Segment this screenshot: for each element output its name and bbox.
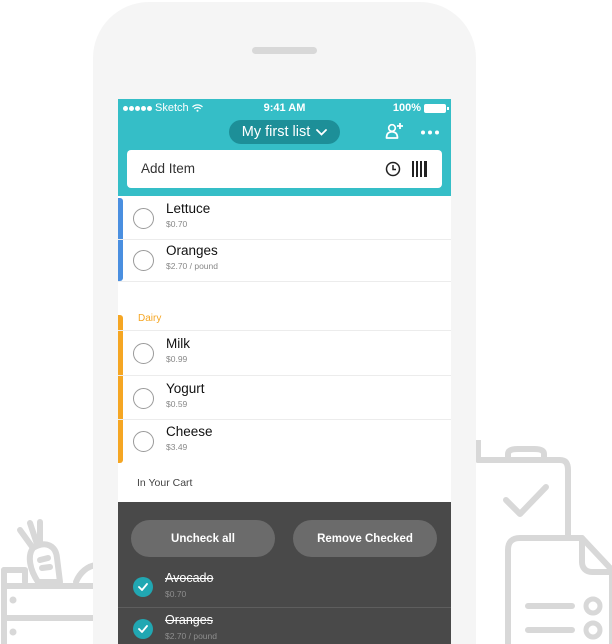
item-price: $0.99	[166, 354, 188, 364]
add-person-button[interactable]	[385, 122, 405, 140]
barcode-scan-button[interactable]	[411, 160, 428, 183]
cart-item[interactable]: Avocado $0.70	[118, 566, 451, 608]
checkmark-icon	[138, 625, 148, 633]
clipboard-document-illustration	[475, 440, 612, 644]
in-cart-label: In Your Cart	[137, 477, 193, 489]
cart-item[interactable]: Oranges $2.70 / pound	[118, 608, 451, 644]
item-checkbox[interactable]	[133, 431, 154, 452]
chevron-down-icon	[316, 128, 328, 136]
more-icon	[421, 130, 439, 134]
item-name: Yogurt	[166, 381, 205, 396]
history-button[interactable]	[385, 161, 401, 182]
item-name: Lettuce	[166, 201, 211, 216]
item-price: $2.70 / pound	[165, 631, 217, 641]
item-name: Oranges	[166, 243, 218, 258]
list-name: My first list	[241, 124, 311, 140]
item-checkbox-checked[interactable]	[133, 619, 153, 639]
item-checkbox[interactable]	[133, 250, 154, 271]
item-price: $0.70	[165, 589, 187, 599]
item-price: $0.70	[166, 219, 188, 229]
item-name: Milk	[166, 336, 190, 351]
remove-checked-button[interactable]: Remove Checked	[293, 520, 437, 557]
cart-section: Uncheck all Remove Checked Avocado $0.70…	[118, 502, 451, 644]
item-price: $2.70 / pound	[166, 261, 218, 271]
add-item-input[interactable]: Add Item	[127, 150, 442, 188]
clock-icon	[385, 161, 401, 177]
list-selector-button[interactable]: My first list	[229, 120, 340, 144]
barcode-icon	[412, 161, 427, 177]
add-person-icon	[385, 123, 403, 139]
item-checkbox[interactable]	[133, 388, 154, 409]
add-item-placeholder: Add Item	[141, 161, 196, 176]
list-item[interactable]: Yogurt $0.59	[118, 376, 451, 420]
app-screen: Sketch 9:41 AM 100% My first list Add It…	[118, 99, 451, 644]
checkmark-icon	[138, 583, 148, 591]
item-checkbox-checked[interactable]	[133, 577, 153, 597]
more-button[interactable]	[419, 127, 441, 137]
item-name: Cheese	[166, 424, 213, 439]
list-item[interactable]: Milk $0.99	[118, 330, 451, 376]
battery-icon	[424, 103, 449, 113]
list-item[interactable]: Lettuce $0.70	[118, 196, 451, 240]
app-header: Sketch 9:41 AM 100% My first list Add It…	[118, 99, 451, 196]
category-label-dairy: Dairy	[138, 313, 162, 324]
status-bar: Sketch 9:41 AM 100%	[118, 99, 451, 117]
item-price: $0.59	[166, 399, 188, 409]
battery-percent: 100%	[392, 102, 421, 114]
phone-speaker	[252, 47, 317, 54]
item-name: Avocado	[165, 571, 214, 585]
uncheck-all-button[interactable]: Uncheck all	[131, 520, 275, 557]
item-checkbox[interactable]	[133, 208, 154, 229]
item-price: $3.49	[166, 442, 188, 452]
item-name: Oranges	[165, 613, 213, 627]
list-item[interactable]: Oranges $2.70 / pound	[118, 238, 451, 282]
list-item[interactable]: Cheese $3.49	[118, 419, 451, 463]
item-checkbox[interactable]	[133, 343, 154, 364]
